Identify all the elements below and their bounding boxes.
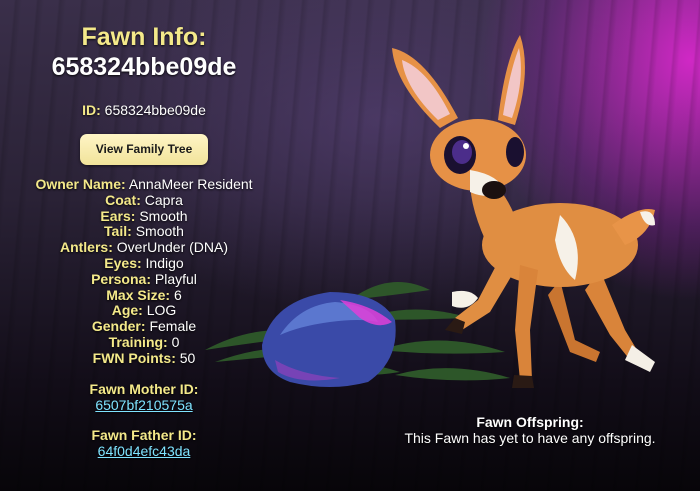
offspring-text: This Fawn has yet to have any offspring.: [404, 430, 656, 446]
id-value: 658324bbe09de: [104, 102, 206, 118]
stat-fwn-points: FWN Points: 50: [92, 349, 196, 366]
offspring-heading: Fawn Offspring:: [476, 414, 584, 430]
fawn-character: [392, 35, 655, 388]
father-section: Fawn Father ID: 64f0d4efc43da: [0, 427, 288, 459]
stat-ears: Ears: Smooth: [100, 207, 188, 224]
page-title: Fawn Info: 658324bbe09de: [0, 22, 288, 82]
stat-persona: Persona: Playful: [91, 270, 197, 287]
stat-antlers: Antlers: OverUnder (DNA): [59, 239, 229, 256]
title-label: Fawn Info:: [81, 23, 207, 51]
title-id: 658324bbe09de: [51, 53, 237, 81]
id-line: ID: 658324bbe09de: [0, 102, 288, 118]
stat-owner-name: Owner Name: AnnaMeer Resident: [35, 176, 253, 192]
mother-label: Fawn Mother ID:: [89, 380, 199, 397]
stat-training: Training: 0: [108, 333, 180, 350]
view-family-tree-button[interactable]: View Family Tree: [80, 134, 208, 165]
offspring-section: Fawn Offspring: This Fawn has yet to hav…: [380, 414, 680, 446]
stat-age: Age: LOG: [111, 302, 177, 319]
stat-eyes: Eyes: Indigo: [104, 254, 184, 271]
father-label: Fawn Father ID:: [91, 426, 197, 443]
stat-tail: Tail: Smooth: [104, 223, 184, 240]
stat-coat: Coat: Capra: [105, 191, 183, 208]
id-label: ID:: [82, 102, 101, 118]
father-id-link[interactable]: 64f0d4efc43da: [0, 443, 288, 459]
mother-section: Fawn Mother ID: 6507bf210575a: [0, 381, 288, 413]
stat-gender: Gender: Female: [91, 318, 197, 335]
mother-id-link[interactable]: 6507bf210575a: [0, 397, 288, 413]
fawn-info-panel: Fawn Info: 658324bbe09de ID: 658324bbe09…: [0, 22, 288, 459]
stat-max-size: Max Size: 6: [106, 286, 182, 303]
stats-list: Owner Name: AnnaMeer Resident Coat: Capr…: [0, 176, 288, 367]
